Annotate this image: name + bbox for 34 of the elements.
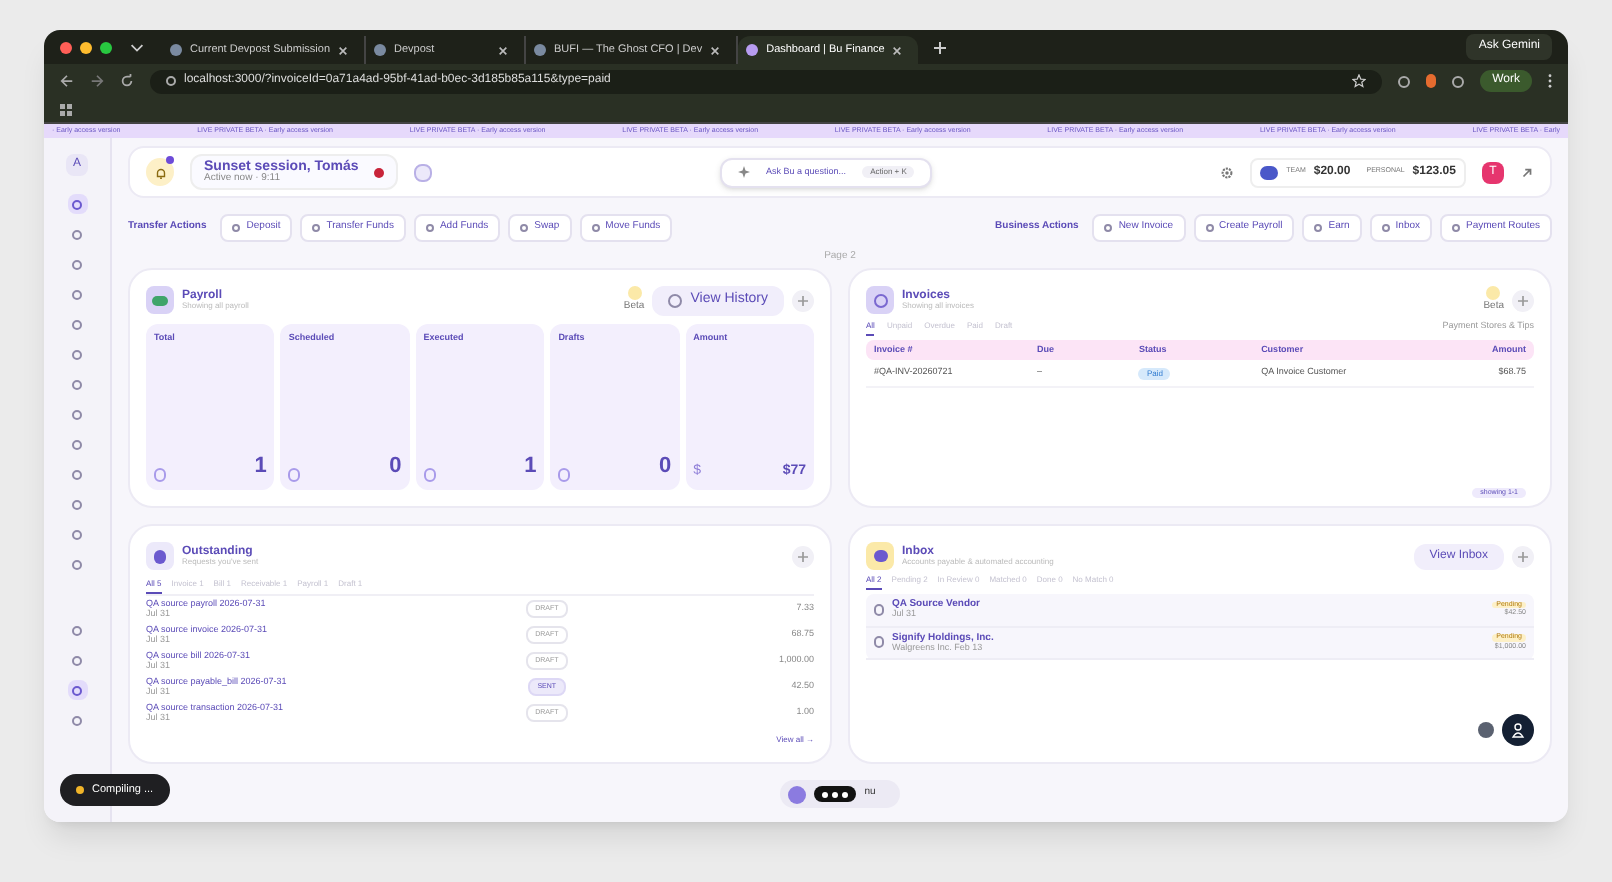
close-tab-icon[interactable] (338, 45, 349, 55)
favicon-icon (170, 44, 182, 56)
stat-value: 0 (389, 451, 402, 481)
minimize-icon[interactable] (80, 41, 92, 53)
close-tab-icon[interactable] (498, 45, 509, 55)
apps-grid-icon[interactable] (60, 104, 72, 116)
settings-icon[interactable] (1220, 165, 1235, 179)
stat-value: 0 (658, 451, 672, 481)
close-tab-icon[interactable] (892, 45, 903, 55)
forward-icon[interactable] (90, 74, 104, 88)
back-icon[interactable] (60, 74, 74, 88)
share-icon[interactable] (1520, 165, 1534, 179)
add-icon[interactable] (1512, 545, 1534, 567)
reload-icon[interactable] (120, 74, 134, 88)
favicon-icon (374, 44, 387, 56)
bell-icon[interactable] (146, 158, 174, 186)
flag-icon (374, 167, 385, 177)
close-tab-icon[interactable] (710, 45, 721, 55)
sidebar-item[interactable] (67, 680, 87, 700)
assistant-icon[interactable] (1502, 714, 1534, 746)
sparkle-icon (738, 166, 751, 178)
new-tab-icon[interactable] (934, 41, 947, 53)
maximize-icon[interactable] (100, 41, 112, 53)
close-icon[interactable] (60, 41, 72, 53)
add-icon[interactable] (1512, 289, 1534, 312)
stat-value: 1 (524, 451, 537, 481)
add-icon[interactable] (792, 289, 814, 312)
dev-toolbar[interactable] (814, 786, 857, 802)
add-icon[interactable] (792, 545, 814, 567)
stat-value: 1 (254, 451, 267, 481)
favicon-icon (534, 44, 547, 56)
favicon-icon (746, 44, 759, 56)
star-icon[interactable] (1352, 74, 1367, 88)
sidebar-item[interactable] (67, 194, 87, 214)
